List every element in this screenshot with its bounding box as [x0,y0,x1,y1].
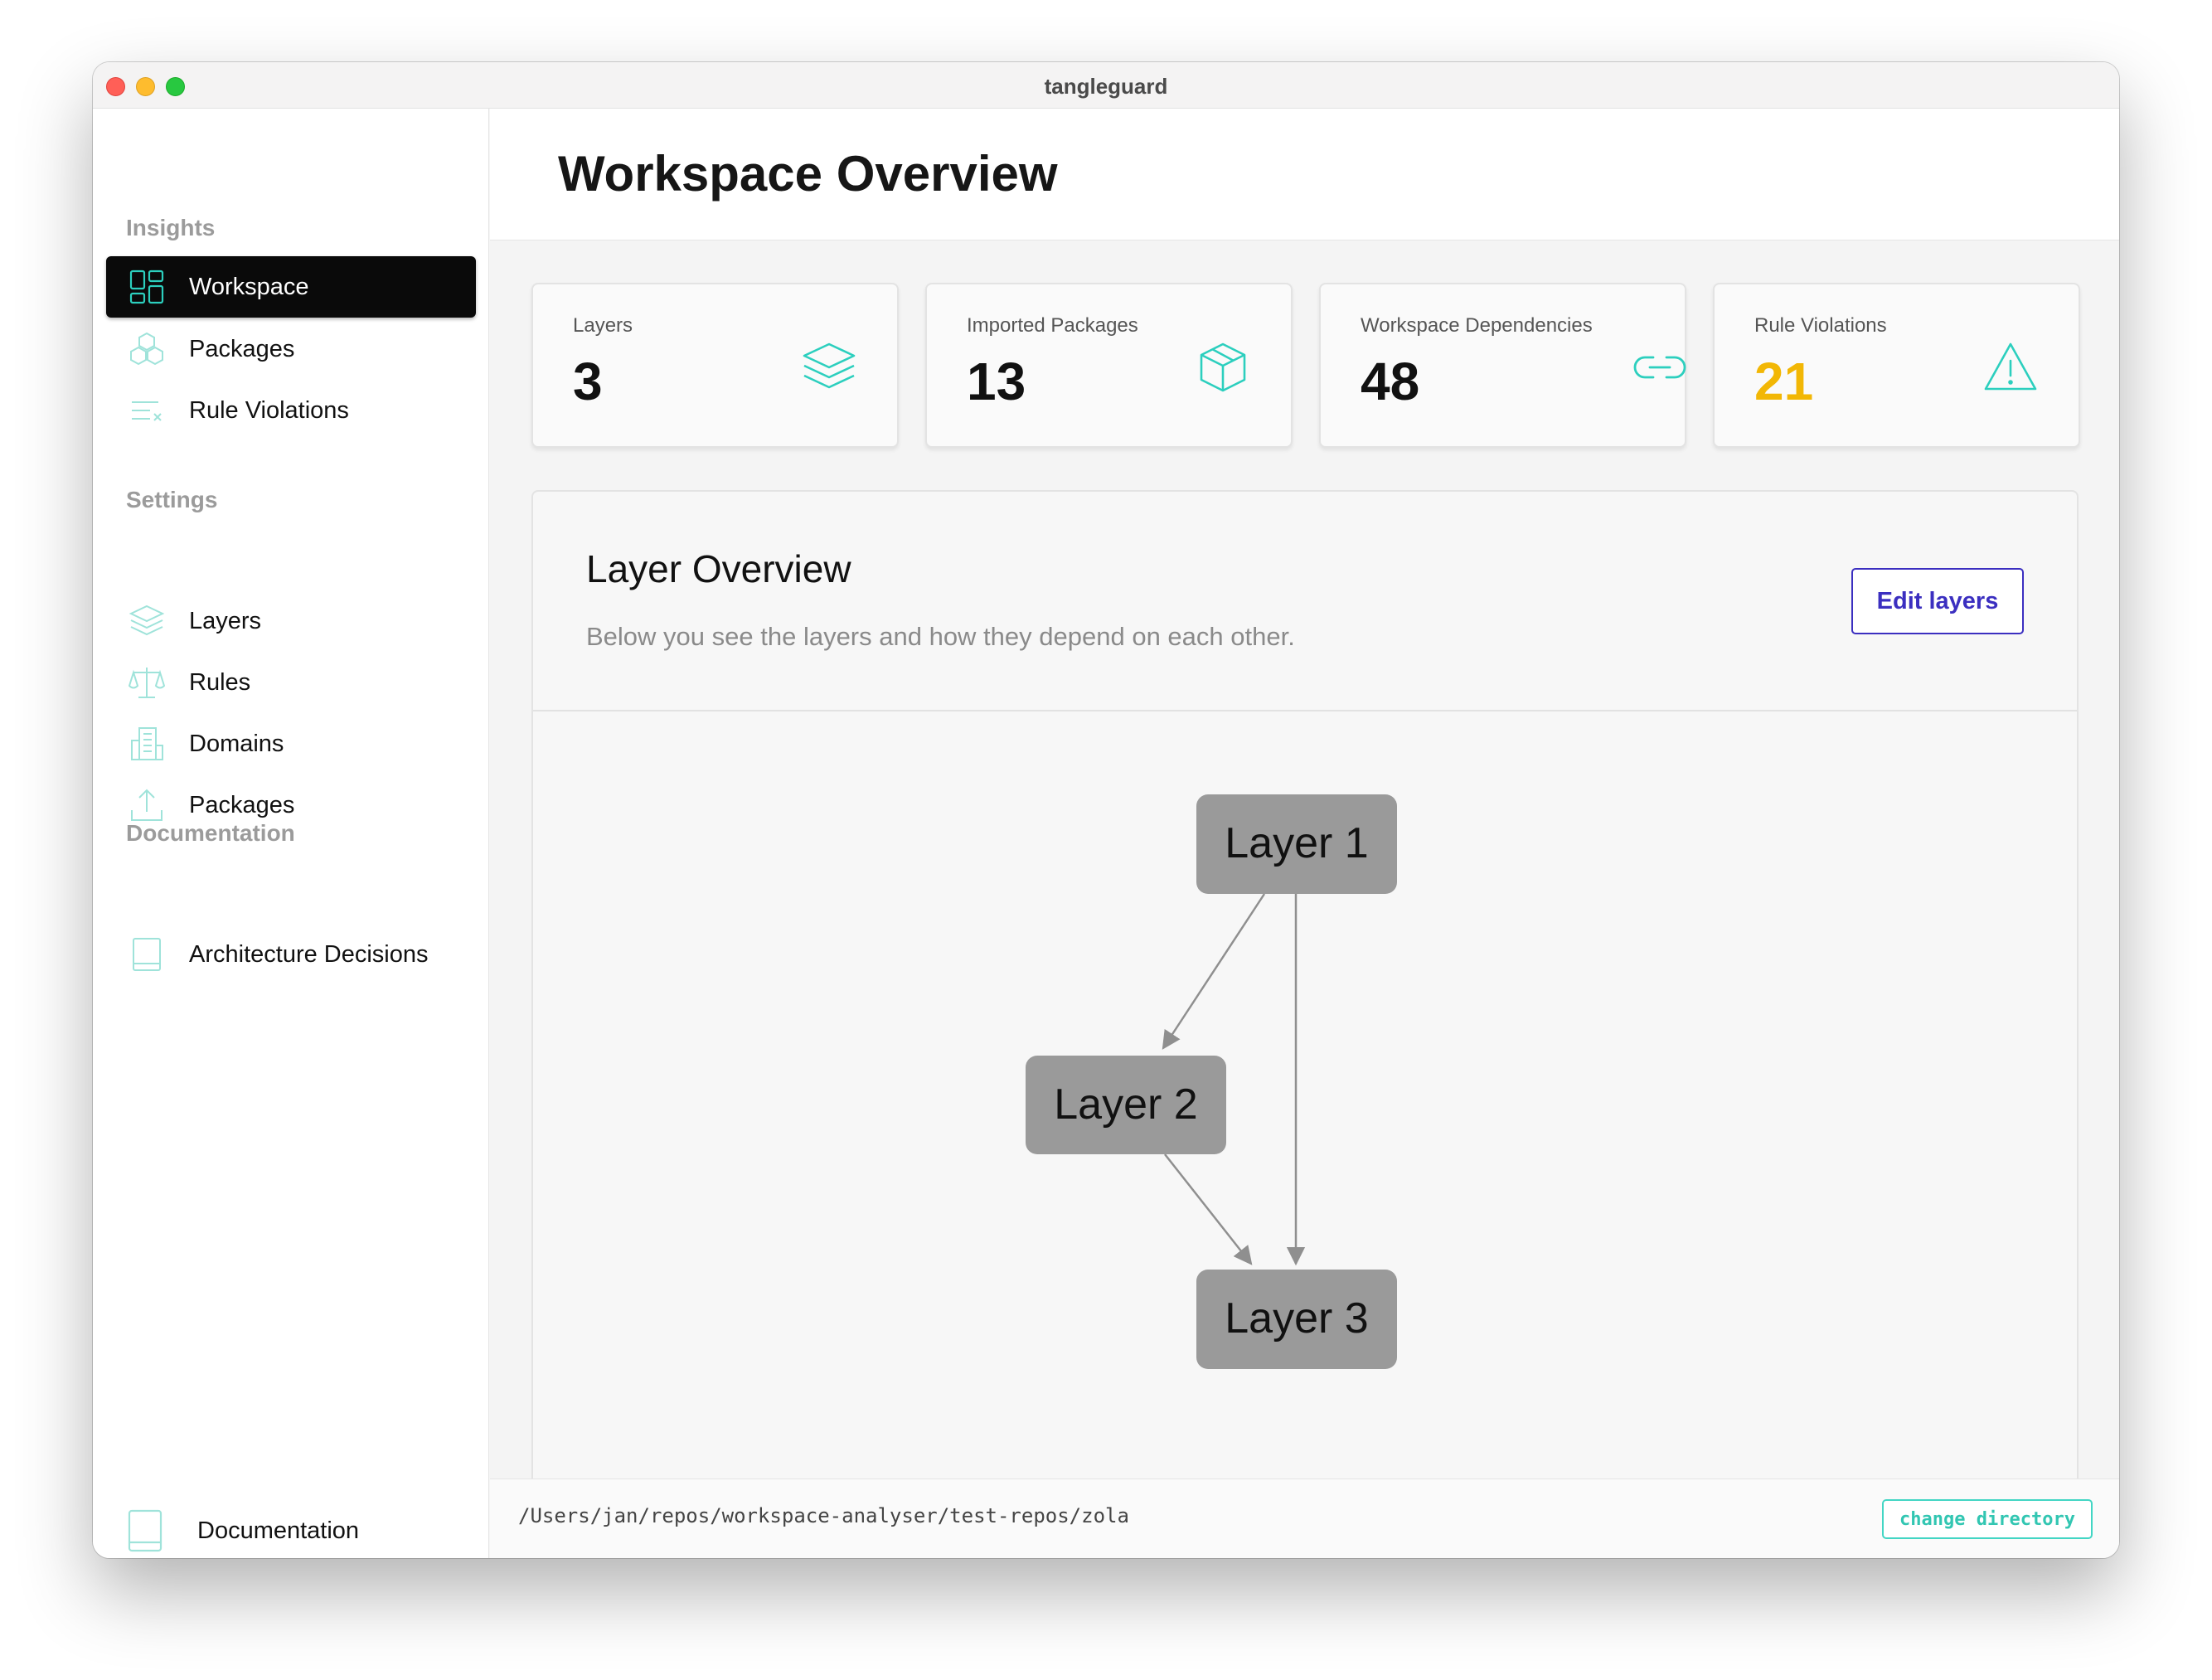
stat-label: Rule Violations [1754,314,1887,337]
book-icon [128,935,166,974]
sidebar-item-label: Packages [189,791,295,818]
sidebar-item-workspace[interactable]: Workspace [106,256,476,318]
section-title-insights: Insights [126,215,216,240]
layers-icon [128,602,166,640]
node-label: Layer 3 [1225,1294,1368,1343]
page-title: Workspace Overview [558,146,1058,202]
page-header: Workspace Overview [490,109,2119,240]
layers-icon [803,342,856,389]
change-directory-button[interactable]: change directory [1882,1499,2093,1539]
sidebar-item-label: Packages [189,335,295,362]
main-content: Workspace Overview Layers 3 Imported Pac… [490,109,2119,1558]
sidebar-item-packages[interactable]: Packages [106,318,476,380]
link-icon [1633,356,1686,379]
building-icon [128,725,166,763]
scale-icon [128,663,166,702]
sidebar-item-domains[interactable]: Domains [106,713,476,774]
sidebar-item-label: Architecture Decisions [189,940,429,968]
layer-overview-header: Layer Overview Below you see the layers … [533,492,2077,711]
documentation-link-label: Documentation [197,1517,360,1544]
stat-card-workspace-dependencies: Workspace Dependencies 48 [1319,283,1686,448]
stat-value: 13 [967,352,1026,411]
workspace-grid-icon [128,268,166,306]
sidebar-item-label: Layers [189,607,262,634]
graph-node-layer2[interactable]: Layer 2 [1026,1056,1226,1154]
layer-overview-title: Layer Overview [586,547,851,590]
sidebar-item-rules[interactable]: Rules [106,652,476,713]
edge-layer2-layer3 [1164,1153,1253,1265]
sidebar-item-rule-violations[interactable]: Rule Violations [106,380,476,441]
book-icon [126,1508,164,1553]
documentation-link[interactable]: Documentation [126,1502,458,1558]
app-window: tangleguard Insights Workspace Packages … [93,62,2119,1558]
warning-icon [1984,342,2037,391]
graph-node-layer1[interactable]: Layer 1 [1196,794,1397,894]
title-bar: tangleguard [93,62,2119,109]
cubes-icon [128,330,166,368]
graph-node-layer3[interactable]: Layer 3 [1196,1270,1397,1369]
layer-dependency-graph: Layer 1 Layer 2 Layer 3 [1026,794,1397,1369]
node-label: Layer 1 [1225,819,1368,867]
sidebar-item-label: Rules [189,668,251,696]
sidebar: Insights Workspace Packages Rule Violati… [93,109,489,1558]
section-title-documentation: Documentation [126,820,295,846]
sidebar-item-label: Domains [189,730,284,757]
box-icon [1200,342,1246,392]
stat-card-rule-violations: Rule Violations 21 [1713,283,2080,448]
sidebar-item-layers[interactable]: Layers [106,590,476,652]
edge-layer1-layer2 [1162,893,1266,1050]
sidebar-item-label: Workspace [189,273,309,300]
sidebar-item-architecture-decisions[interactable]: Architecture Decisions [106,924,476,985]
sidebar-item-label: Rule Violations [189,396,349,424]
stat-value: 21 [1754,352,1814,411]
node-label: Layer 2 [1054,1080,1197,1129]
stat-card-imported-packages: Imported Packages 13 [925,283,1293,448]
workspace-path: /Users/jan/repos/workspace-analyser/test… [518,1504,1129,1527]
section-title-settings: Settings [126,487,218,512]
window-title: tangleguard [1044,74,1168,99]
layer-overview-panel: Layer Overview Below you see the layers … [531,490,2079,1558]
stat-value: 48 [1361,352,1420,411]
upload-icon [128,786,166,824]
stat-label: Workspace Dependencies [1361,314,1593,337]
edit-layers-button[interactable]: Edit layers [1851,568,2024,634]
stat-value: 3 [573,352,603,411]
stat-label: Imported Packages [967,314,1138,337]
stat-card-layers: Layers 3 [531,283,899,448]
stat-label: Layers [573,314,633,337]
list-x-icon [128,391,166,430]
status-footer: /Users/jan/repos/workspace-analyser/test… [490,1478,2119,1558]
layer-overview-description: Below you see the layers and how they de… [586,622,1295,651]
